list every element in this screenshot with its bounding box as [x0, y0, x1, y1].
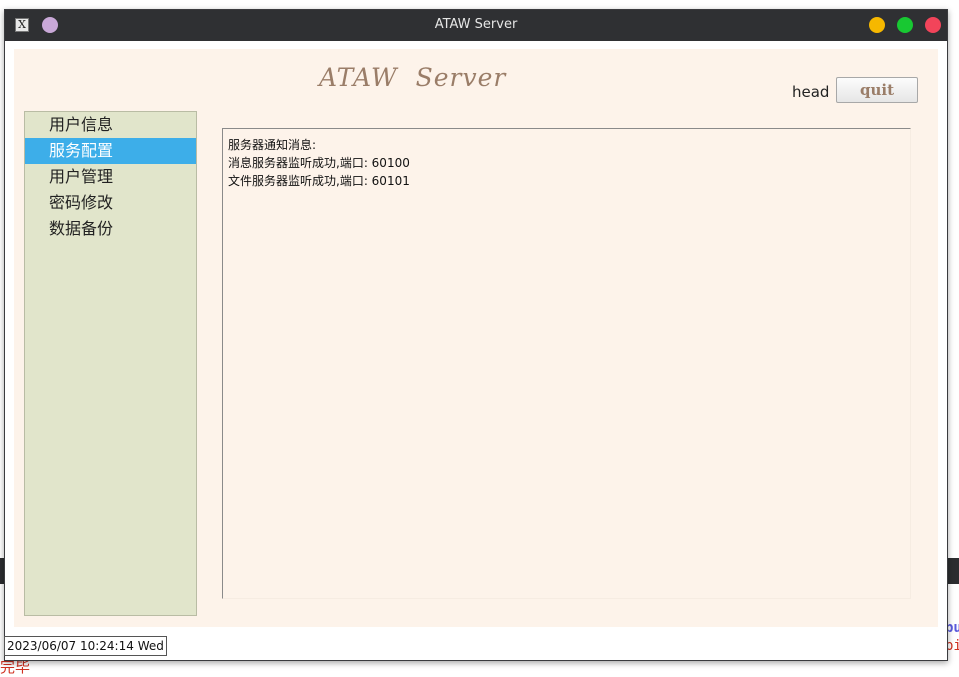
- window-title: ATAW Server: [434, 17, 518, 32]
- ataw-server-window: X ATAW Server ATAW Server head quit 用户信息…: [4, 9, 948, 661]
- sidebar-item-password-change[interactable]: 密码修改: [25, 190, 196, 216]
- app-title: ATAW Server: [319, 63, 507, 92]
- server-log-panel[interactable]: 服务器通知消息: 消息服务器监听成功,端口: 60100 文件服务器监听成功,端…: [222, 128, 911, 599]
- window-titlebar[interactable]: X ATAW Server: [5, 10, 947, 41]
- sidebar-item-service-config[interactable]: 服务配置: [25, 138, 196, 164]
- timestamp-label: 2023/06/07 10:24:14 Wed: [4, 636, 167, 656]
- sidebar-item-user-info[interactable]: 用户信息: [25, 112, 196, 138]
- quit-button[interactable]: quit: [836, 77, 918, 103]
- sidebar-menu: 用户信息 服务配置 用户管理 密码修改 数据备份: [24, 111, 197, 616]
- maximize-button[interactable]: [897, 17, 913, 33]
- sidebar-item-data-backup[interactable]: 数据备份: [25, 216, 196, 242]
- close-button[interactable]: [925, 17, 941, 33]
- user-label: head: [792, 83, 830, 101]
- sidebar-item-user-management[interactable]: 用户管理: [25, 164, 196, 190]
- log-line: 消息服务器监听成功,端口: 60100: [228, 156, 410, 170]
- client-area: ATAW Server head quit 用户信息 服务配置 用户管理 密码修…: [14, 49, 938, 627]
- log-line: 文件服务器监听成功,端口: 60101: [228, 174, 410, 188]
- minimize-button[interactable]: [869, 17, 885, 33]
- log-line: 服务器通知消息:: [228, 138, 317, 152]
